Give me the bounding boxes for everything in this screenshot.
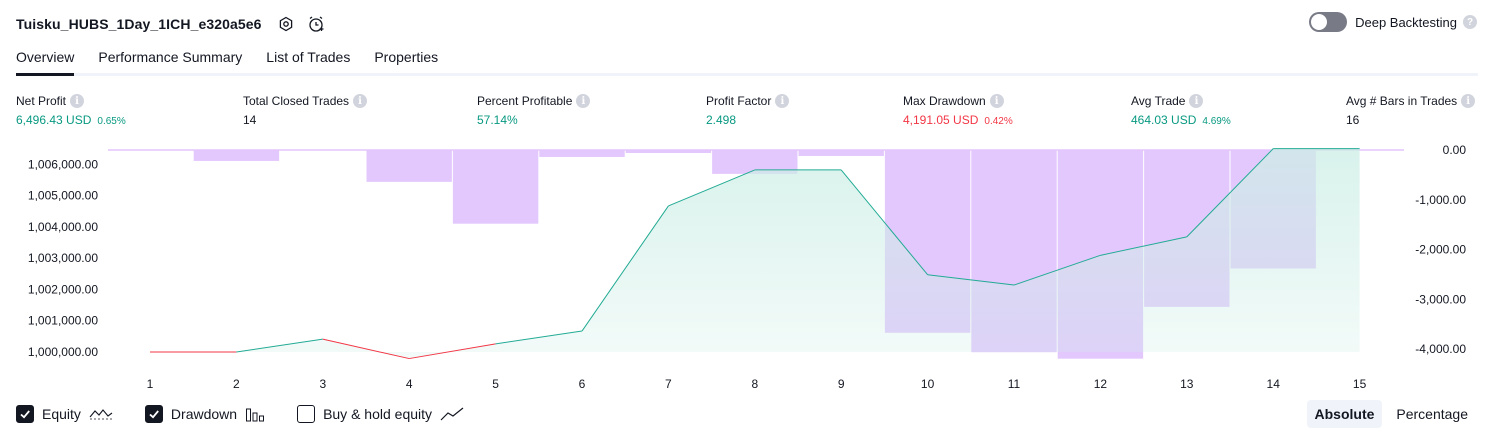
drawdown-bar xyxy=(452,150,539,224)
checkmark-icon xyxy=(149,410,159,419)
metric-label: Profit Factor xyxy=(706,94,772,108)
chart-legend: Equity Drawdown Buy & hold equity xyxy=(16,403,496,425)
buy-hold-checkbox[interactable] xyxy=(297,405,316,423)
x-axis-tick-label: 6 xyxy=(579,377,586,391)
left-axis-tick-label: 1,002,000.00 xyxy=(28,282,98,296)
drawdown-checkbox[interactable] xyxy=(144,405,163,423)
left-axis-tick-label: 1,006,000.00 xyxy=(28,157,98,171)
x-axis-tick-label: 9 xyxy=(838,377,845,391)
x-axis-tick-label: 5 xyxy=(492,377,499,391)
info-icon[interactable]: i xyxy=(1461,94,1476,108)
absolute-button[interactable]: Absolute xyxy=(1306,400,1383,428)
help-icon[interactable]: ? xyxy=(1463,15,1477,29)
x-axis-tick-label: 11 xyxy=(1008,377,1021,391)
percentage-button[interactable]: Percentage xyxy=(1388,400,1476,428)
info-icon[interactable]: i xyxy=(1189,94,1204,108)
drawdown-bar xyxy=(193,150,280,161)
legend-equity[interactable]: Equity xyxy=(16,405,113,423)
metric-value: 2.498 xyxy=(706,113,737,127)
metric-percent: 4.69% xyxy=(1202,116,1231,127)
metric-value: 6,496.43 USD xyxy=(16,113,92,127)
metric-avg-trade: Avg Trade i 464.03 USD 4.69% xyxy=(1131,93,1231,129)
strategy-header: Tuisku_HUBS_1Day_1ICH_e320a5e6 xyxy=(16,11,336,37)
right-axis-tick-label: -1,000.00 xyxy=(1415,193,1466,207)
legend-label: Equity xyxy=(42,406,81,422)
x-axis-tick-label: 1 xyxy=(147,377,154,391)
metric-profit-factor: Profit Factor i 2.498 xyxy=(706,93,790,129)
left-axis-tick-label: 1,001,000.00 xyxy=(28,314,98,328)
drawdown-bar xyxy=(625,150,712,153)
x-axis-tick-label: 13 xyxy=(1180,377,1194,391)
metric-percent: 0.65% xyxy=(97,116,126,127)
metric-value: 16 xyxy=(1346,113,1360,127)
scale-mode-switch: Absolute Percentage xyxy=(1301,400,1477,428)
x-axis-tick-label: 12 xyxy=(1094,377,1108,391)
deep-backtesting-toggle[interactable] xyxy=(1309,12,1348,32)
legend-label: Drawdown xyxy=(170,406,238,422)
metric-value: 464.03 USD xyxy=(1131,113,1197,127)
metric-label: Net Profit xyxy=(16,94,67,108)
info-icon[interactable]: i xyxy=(353,94,368,108)
drawdown-bar xyxy=(366,150,452,182)
metric-net-profit: Net Profit i 6,496.43 USD 0.65% xyxy=(16,93,126,129)
legend-drawdown[interactable]: Drawdown xyxy=(144,405,265,423)
equity-checkbox[interactable] xyxy=(16,405,34,423)
x-axis-tick-label: 14 xyxy=(1267,377,1281,391)
metric-label: Avg # Bars in Trades xyxy=(1346,94,1458,108)
metric-percent: 0.42% xyxy=(984,116,1013,127)
deep-backtesting-label: Deep Backtesting xyxy=(1355,14,1457,30)
right-axis-tick-label: -4,000.00 xyxy=(1415,342,1466,356)
left-axis-tick-label: 1,004,000.00 xyxy=(28,220,98,234)
metric-max-drawdown: Max Drawdown i 4,191.05 USD 0.42% xyxy=(903,93,1013,129)
left-axis-tick-label: 1,000,000.00 xyxy=(28,345,98,359)
metric-percent-profitable: Percent Profitable i 57.14% xyxy=(477,93,591,129)
x-axis-tick-label: 7 xyxy=(665,377,672,391)
metric-total-closed-trades: Total Closed Trades i 14 xyxy=(243,93,368,129)
tab-bar: Overview Performance Summary List of Tra… xyxy=(16,48,1478,76)
x-axis-tick-label: 15 xyxy=(1353,377,1367,391)
metric-value: 14 xyxy=(243,113,257,127)
strategy-title: Tuisku_HUBS_1Day_1ICH_e320a5e6 xyxy=(16,16,262,32)
metric-label: Avg Trade xyxy=(1131,94,1186,108)
legend-buy-hold-equity[interactable]: Buy & hold equity xyxy=(297,405,464,423)
info-icon[interactable]: i xyxy=(70,94,85,108)
metric-label: Percent Profitable xyxy=(477,94,573,108)
left-axis-tick-label: 1,005,000.00 xyxy=(28,189,98,203)
x-axis-tick-label: 10 xyxy=(921,377,935,391)
alarm-add-icon[interactable] xyxy=(306,14,326,34)
metric-label: Total Closed Trades xyxy=(243,94,350,108)
x-axis-tick-label: 2 xyxy=(233,377,240,391)
drawdown-bars-icon xyxy=(245,406,265,422)
tab-performance-summary[interactable]: Performance Summary xyxy=(98,48,242,76)
drawdown-bar xyxy=(539,150,625,157)
x-axis-tick-label: 3 xyxy=(319,377,326,391)
equity-line-icon xyxy=(89,406,113,422)
right-axis-tick-label: -3,000.00 xyxy=(1415,292,1466,306)
buy-hold-line-icon xyxy=(440,406,464,422)
metric-value: 57.14% xyxy=(477,113,518,127)
legend-label: Buy & hold equity xyxy=(323,406,433,422)
x-axis-tick-label: 4 xyxy=(406,377,413,391)
info-icon[interactable]: i xyxy=(576,94,591,108)
drawdown-bar xyxy=(798,150,884,156)
checkmark-icon xyxy=(20,410,30,419)
metric-avg-bars-in-trades: Avg # Bars in Trades i 16 xyxy=(1346,93,1476,129)
right-axis-tick-label: -2,000.00 xyxy=(1415,243,1466,257)
toggle-knob xyxy=(1311,14,1328,30)
settings-icon[interactable] xyxy=(276,14,296,34)
metric-label: Max Drawdown xyxy=(903,94,986,108)
tab-list-of-trades[interactable]: List of Trades xyxy=(266,48,350,76)
deep-backtesting: Deep Backtesting ? xyxy=(1309,12,1477,32)
left-axis-tick-label: 1,003,000.00 xyxy=(28,251,98,265)
metrics-row: Net Profit i 6,496.43 USD 0.65% Total Clos… xyxy=(0,93,1494,133)
right-axis-tick-label: 0.00 xyxy=(1443,143,1467,157)
tab-overview[interactable]: Overview xyxy=(16,48,75,76)
x-axis-tick-label: 8 xyxy=(751,377,758,391)
equity-drawdown-chart[interactable]: 1,006,000.00 1,005,000.00 1,004,000.00 1,00… xyxy=(0,140,1494,395)
tab-properties[interactable]: Properties xyxy=(374,48,438,76)
info-icon[interactable]: i xyxy=(775,94,790,108)
info-icon[interactable]: i xyxy=(989,94,1004,108)
metric-value: 4,191.05 USD xyxy=(903,113,979,127)
